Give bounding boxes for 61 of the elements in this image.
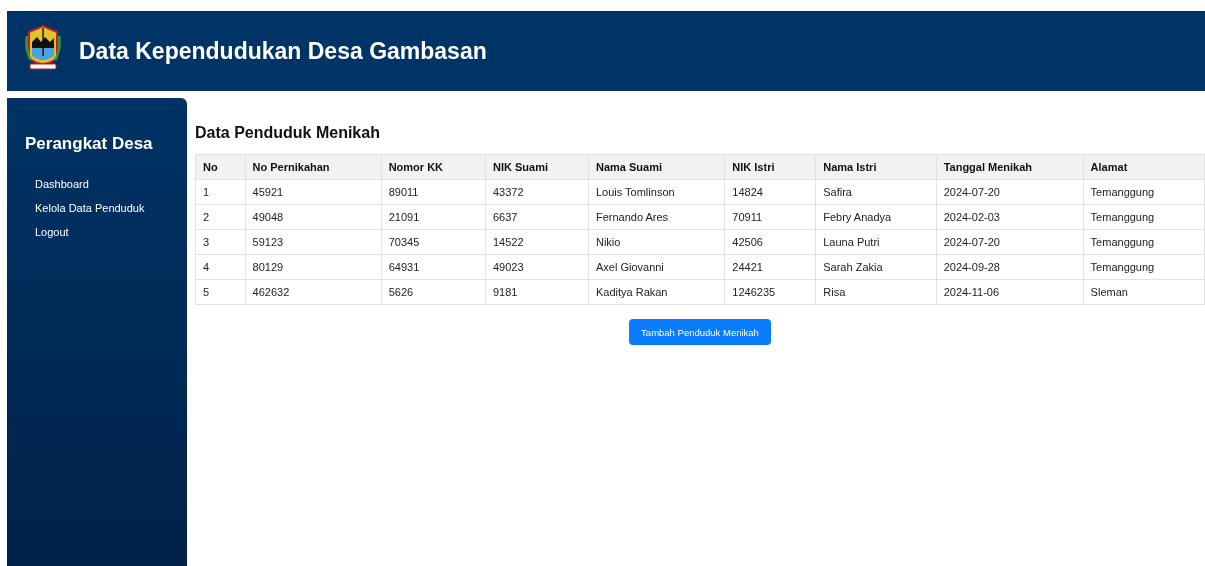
column-header: Nama Istri bbox=[815, 154, 937, 180]
table-cell: 21091 bbox=[381, 204, 486, 230]
table-cell: 462632 bbox=[245, 279, 382, 305]
table-cell: 70911 bbox=[724, 204, 816, 230]
column-header: NIK Suami bbox=[485, 154, 589, 180]
table-cell: Axel Giovanni bbox=[588, 254, 725, 280]
table-cell: 3 bbox=[195, 229, 246, 255]
table-cell: 89011 bbox=[381, 179, 486, 205]
sidebar-title: Perangkat Desa bbox=[25, 134, 154, 154]
column-header: Nomor KK bbox=[381, 154, 486, 180]
table-cell: Launa Putri bbox=[815, 229, 937, 255]
section-title: Data Penduduk Menikah bbox=[195, 124, 381, 142]
table-cell: 5 bbox=[195, 279, 246, 305]
sidebar-link[interactable]: Kelola Data Penduduk bbox=[35, 196, 145, 220]
table-cell: Nikio bbox=[588, 229, 725, 255]
table-cell: Sleman bbox=[1083, 279, 1205, 305]
table-cell: 45921 bbox=[245, 179, 382, 205]
table-cell: 2024-09-28 bbox=[936, 254, 1084, 280]
column-header: NIK Istri bbox=[724, 154, 816, 180]
table-cell: 80129 bbox=[245, 254, 382, 280]
table-cell: 1246235 bbox=[724, 279, 816, 305]
table-cell: 24421 bbox=[724, 254, 816, 280]
table-cell: 4 bbox=[195, 254, 246, 280]
table-cell: 49048 bbox=[245, 204, 382, 230]
table-cell: Febry Anadya bbox=[815, 204, 937, 230]
table-cell: Fernando Ares bbox=[588, 204, 725, 230]
table-cell: 5626 bbox=[381, 279, 486, 305]
table-cell: 2024-07-20 bbox=[936, 179, 1084, 205]
table-cell: 14824 bbox=[724, 179, 816, 205]
table-cell: 1 bbox=[195, 179, 246, 205]
table-cell: 2024-11-06 bbox=[936, 279, 1084, 305]
table-cell: Temanggung bbox=[1083, 204, 1205, 230]
table-cell: 2024-02-03 bbox=[936, 204, 1084, 230]
table-cell: 64931 bbox=[381, 254, 486, 280]
table-cell: Risa bbox=[815, 279, 937, 305]
table-cell: 43372 bbox=[485, 179, 589, 205]
page-title: Data Kependudukan Desa Gambasan bbox=[79, 37, 487, 65]
table-cell: 9181 bbox=[485, 279, 589, 305]
table-cell: Temanggung bbox=[1083, 179, 1205, 205]
column-header: Nama Suami bbox=[588, 154, 725, 180]
add-button[interactable]: Tambah Penduduk Menikah bbox=[629, 319, 771, 345]
table-cell: Louis Tomlinson bbox=[588, 179, 725, 205]
table-cell: 42506 bbox=[724, 229, 816, 255]
column-header: Alamat bbox=[1083, 154, 1205, 180]
table-cell: Sarah Zakia bbox=[815, 254, 937, 280]
table-cell: 59123 bbox=[245, 229, 382, 255]
table-cell: 6637 bbox=[485, 204, 589, 230]
table-cell: 2 bbox=[195, 204, 246, 230]
table-cell: Temanggung bbox=[1083, 229, 1205, 255]
table-cell: 2024-07-20 bbox=[936, 229, 1084, 255]
table-cell: 70345 bbox=[381, 229, 486, 255]
table-cell: Kaditya Rakan bbox=[588, 279, 725, 305]
sidebar-link[interactable]: Dashboard bbox=[35, 172, 89, 196]
column-header: Tanggal Menikah bbox=[936, 154, 1084, 180]
table-cell: Safira bbox=[815, 179, 937, 205]
table-cell: 49023 bbox=[485, 254, 589, 280]
column-header: No Pernikahan bbox=[245, 154, 382, 180]
table-cell: Temanggung bbox=[1083, 254, 1205, 280]
column-header: No bbox=[195, 154, 246, 180]
table-cell: 14522 bbox=[485, 229, 589, 255]
sidebar-link[interactable]: Logout bbox=[35, 220, 69, 244]
